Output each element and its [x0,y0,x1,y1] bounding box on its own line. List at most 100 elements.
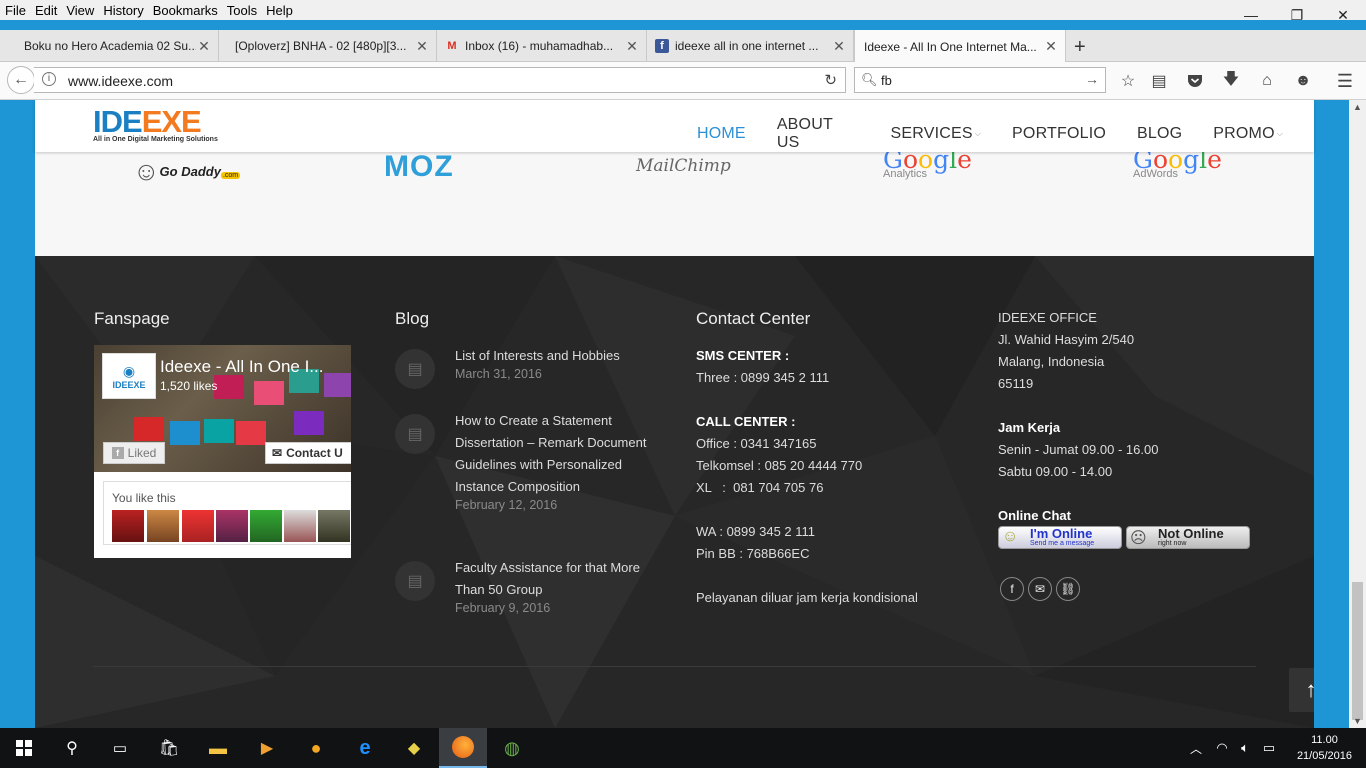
page-scrollbar[interactable]: ▲ ▼ [1349,100,1366,728]
tab-ideexe-active[interactable]: Ideexe - All In One Internet Ma... ✕ [854,30,1066,63]
call-center-title: CALL CENTER : [696,414,796,429]
scrollbar-thumb[interactable] [1352,582,1363,720]
friend-avatar[interactable] [216,510,248,542]
scroll-down-arrow-icon[interactable]: ▼ [1353,716,1362,726]
site-info-icon[interactable]: i [42,72,56,86]
tab-close-icon[interactable]: ✕ [831,38,847,55]
menu-tools[interactable]: Tools [222,3,261,18]
document-icon: ▤ [395,349,435,389]
tab-close-icon[interactable]: ✕ [414,38,430,55]
bookmarks-library-icon[interactable]: ▤ [1148,70,1170,92]
menu-history[interactable]: History [98,3,147,18]
friend-avatar[interactable] [112,510,144,542]
friend-avatar[interactable] [318,510,350,542]
chat-offline-badge[interactable]: ☹ Not Online right now [1126,526,1250,549]
menu-bookmarks[interactable]: Bookmarks [148,3,222,18]
firefox-taskbar-icon[interactable] [439,728,487,768]
friend-avatar[interactable] [182,510,214,542]
file-explorer-icon[interactable]: ▬ [194,728,242,768]
reload-icon[interactable]: ↻ [824,71,837,89]
system-clock[interactable]: 11.00 21/05/2016 [1297,732,1352,764]
cover-sticky-note [204,419,234,443]
bookmark-star-icon[interactable]: ☆ [1117,70,1139,92]
store-icon[interactable]: 🛍︎ [145,728,193,768]
tab-title: [Oploverz] BNHA - 02 [480p][3... [235,39,407,53]
cover-sticky-note [134,417,164,441]
site-logo[interactable]: IDEEXE All in One Digital Marketing Solu… [93,106,218,143]
fb-liked-button[interactable]: f Liked [103,442,165,464]
sleepy-face-icon: ☹ [1130,530,1147,547]
nav-about-us[interactable]: ABOUT US [777,116,860,152]
nav-services[interactable]: SERVICES ⌵ [891,116,982,152]
office-address-line: 65119 [998,376,1034,391]
menu-edit[interactable]: Edit [30,3,61,18]
menu-file[interactable]: File [0,3,30,18]
action-center-icon[interactable]: ▭ [1257,728,1281,768]
tab-facebook[interactable]: f ideexe all in one internet ... ✕ [647,30,854,62]
tab-oploverz[interactable]: [Oploverz] BNHA - 02 [480p][3... ✕ [219,30,437,62]
page-viewport: IDEEXE All in One Digital Marketing Solu… [0,100,1349,728]
blog-post-title[interactable]: How to Create a Statement Dissertation –… [455,410,665,498]
tab-gmail-inbox[interactable]: M Inbox (16) - muhamadhab... ✕ [437,30,647,62]
menu-help[interactable]: Help [261,3,297,18]
office-address-line: Jl. Wahid Hasyim 2/540 [998,332,1135,347]
office-info: IDEEXE OFFICE Jl. Wahid Hasyim 2/540 Mal… [998,307,1278,527]
friend-avatar[interactable] [147,510,179,542]
wifi-icon[interactable]: ◠ [1210,728,1234,768]
fb-contact-button[interactable]: ✉ Contact U [265,442,351,464]
home-icon[interactable]: ⌂ [1256,70,1278,92]
maximize-button[interactable]: ❐ [1274,0,1320,30]
link-social-icon[interactable]: ⛓ [1056,577,1080,601]
friend-avatar[interactable] [250,510,282,542]
cover-sticky-note [170,421,200,445]
facebook-social-icon[interactable]: f [1000,577,1024,601]
start-button[interactable] [0,728,48,768]
facebook-page-widget[interactable]: ◉ IDEEXE Ideexe - All In One I... 1,520 … [94,345,351,558]
windows-logo-icon [16,740,32,756]
hamburger-menu-icon[interactable]: ☰ [1334,70,1356,92]
tab-close-icon[interactable]: ✕ [196,38,212,55]
clock-time: 11.00 [1311,734,1338,746]
scroll-up-arrow-icon[interactable]: ▲ [1353,102,1362,112]
nav-label: HOME [697,125,746,142]
smiley-icon[interactable]: ☻ [1292,70,1314,92]
blog-post: How to Create a Statement Dissertation –… [455,410,665,512]
friend-avatar[interactable] [284,510,316,542]
downloads-icon[interactable]: 🡇 [1220,70,1242,92]
back-button[interactable]: ← [7,66,35,94]
new-tab-button[interactable]: + [1074,36,1086,59]
chat-online-badge[interactable]: ☺ I'm Online Send me a message [998,526,1122,549]
play-logo-icon: ◉ [122,362,136,379]
show-hidden-icons-chevron-icon[interactable]: ︿ [1184,728,1208,768]
fb-page-likes: 1,520 likes [160,379,218,393]
url-bar[interactable]: i www.ideexe.com ↻ [34,67,846,93]
edge-browser-icon[interactable]: e [341,728,389,768]
tab-boku-no-hero[interactable]: Boku no Hero Academia 02 Su... ✕ [0,30,219,62]
working-hours-title: Jam Kerja [998,420,1061,435]
back-to-top-button[interactable]: ↑ [1289,668,1314,712]
task-view-icon[interactable]: ▭ [96,728,144,768]
blog-post-title[interactable]: Faculty Assistance for that More Than 50… [455,557,665,601]
email-social-icon[interactable]: ✉ [1028,577,1052,601]
nav-promo[interactable]: PROMO ⌵ [1213,116,1283,152]
cover-sticky-note [294,411,324,435]
folder-app-icon[interactable]: ◆ [390,728,438,768]
close-window-button[interactable]: ✕ [1320,0,1366,30]
tab-close-icon[interactable]: ✕ [624,38,640,55]
nav-blog[interactable]: BLOG [1137,116,1182,152]
search-bar[interactable]: 🔍︎ fb → [854,67,1106,93]
nav-home[interactable]: HOME [697,116,746,152]
search-icon[interactable]: ⚲ [48,728,96,768]
media-player-icon[interactable]: ▶ [243,728,291,768]
downloader-app-icon[interactable]: ◍ [488,728,536,768]
blog-post-title[interactable]: List of Interests and Hobbies [455,345,665,367]
volume-icon[interactable]: 🔈︎ [1233,728,1257,768]
nav-portfolio[interactable]: PORTFOLIO [1012,116,1106,152]
app-orange-icon[interactable]: ● [292,728,340,768]
fb-page-name[interactable]: Ideexe - All In One I... [160,357,323,377]
pocket-icon[interactable] [1184,70,1206,92]
tab-close-icon[interactable]: ✕ [1043,38,1059,55]
minimize-button[interactable]: — [1228,0,1274,30]
menu-view[interactable]: View [61,3,98,18]
search-go-icon[interactable]: → [1085,71,1099,87]
